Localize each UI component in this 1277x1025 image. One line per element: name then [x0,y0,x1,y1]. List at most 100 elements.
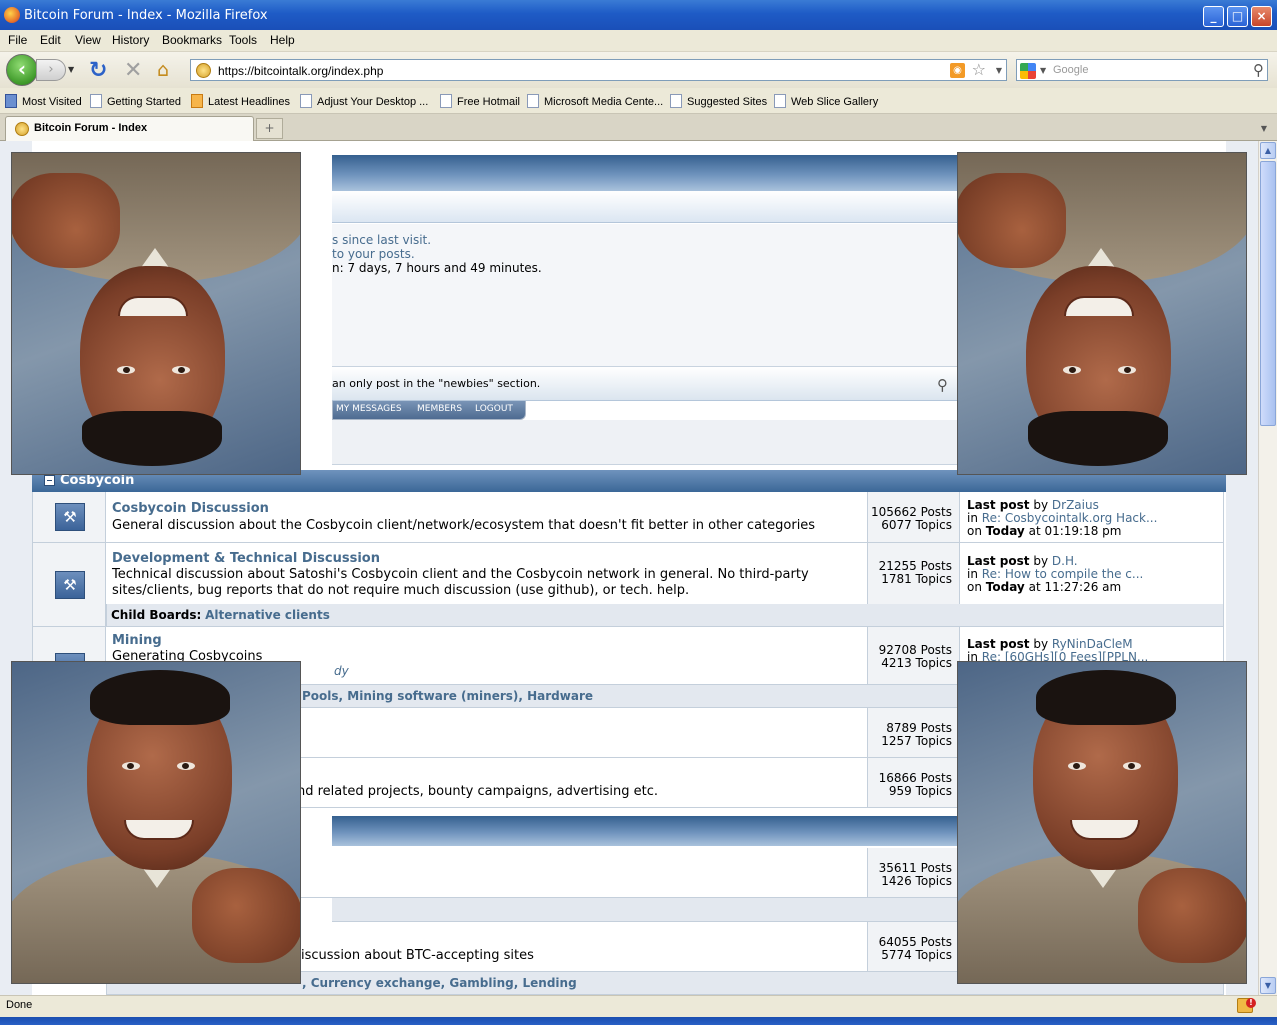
search-placeholder[interactable]: Google [1053,64,1088,76]
google-engine-icon[interactable] [1020,63,1036,79]
bookmark-star-icon[interactable]: ☆ [972,60,986,79]
page-icon [774,94,786,108]
tab-members[interactable]: MEMBERS [417,404,462,414]
bookmark-most-visited[interactable]: Most Visited [5,94,82,108]
child-boards-text: Pools, Mining software (miners), Hardwar… [302,689,593,703]
engine-dropdown-icon[interactable]: ▼ [1040,66,1046,75]
page-icon [300,94,312,108]
history-dropdown-icon[interactable]: ▼ [68,65,74,74]
forward-button[interactable]: › [36,59,66,81]
last-post-line1: Last post by RyNinDaCleM [967,637,1133,651]
menu-history[interactable]: History [112,33,149,47]
vertical-scrollbar[interactable]: ▲ ▼ [1258,141,1277,995]
search-bar[interactable]: ▼ Google ⚲ [1016,59,1268,81]
board-row: ⚒ Cosbycoin Discussion General discussio… [32,492,1224,543]
child-boards-row: Child Boards: Alternative clients [106,604,1224,627]
moderator-link[interactable]: dy [334,663,349,679]
board-name[interactable]: Development & Technical Discussion [112,551,380,566]
reload-icon[interactable]: ↻ [89,58,107,83]
menu-bookmarks[interactable]: Bookmarks [162,33,222,47]
scroll-down-icon[interactable]: ▼ [1260,977,1276,994]
menu-tools[interactable]: Tools [229,33,257,47]
scroll-thumb[interactable] [1260,161,1276,426]
board-status-icon: ⚒ [55,571,85,599]
last-post-label: Last post [967,637,1030,651]
search-icon[interactable]: ⚲ [937,376,948,394]
notice-text: an only post in the "newbies" section. [332,377,541,390]
last-post-topic[interactable]: Re: Cosbycointalk.org Hack... [982,511,1158,525]
last-post-line3: on Today at 11:27:26 am [967,580,1121,594]
bookmark-media-center[interactable]: Microsoft Media Cente... [527,94,663,108]
board-stats: 16866 Posts 959 Topics [867,758,960,807]
list-all-tabs-icon[interactable]: ▼ [1255,118,1273,139]
board-name[interactable]: Mining [112,633,162,648]
status-text: Done [6,999,33,1011]
bookmark-label: Getting Started [107,96,181,108]
last-post-line1: Last post by D.H. [967,554,1078,568]
bookmark-free-hotmail[interactable]: Free Hotmail [440,94,520,108]
tab-strip: Bitcoin Forum - Index + ▼ [0,114,1277,141]
menu-edit[interactable]: Edit [40,33,61,47]
maximize-button[interactable]: □ [1227,6,1248,27]
menu-file[interactable]: File [8,33,27,47]
bookmark-adjust-desktop[interactable]: Adjust Your Desktop ... [300,94,428,108]
address-bar[interactable]: https://bitcointalk.org/index.php ◉ ☆ ▼ [190,59,1007,81]
category-title[interactable]: Cosbycoin [60,473,134,488]
child-board-link[interactable]: Alternative clients [205,608,330,622]
newbie-notice: an only post in the "newbies" section. ⚲ [332,367,988,401]
tab-bitcoin-forum[interactable]: Bitcoin Forum - Index [5,116,254,141]
collapse-icon[interactable] [44,475,55,486]
last-post-in: in [967,511,978,525]
close-button[interactable]: × [1251,6,1272,27]
scroll-up-icon[interactable]: ▲ [1260,142,1276,159]
bookmark-getting-started[interactable]: Getting Started [90,94,181,108]
board-stats: 92708 Posts 4213 Topics [867,627,960,684]
minimize-button[interactable]: _ [1203,6,1224,27]
rss-feed-icon[interactable]: ◉ [950,63,965,78]
last-post-user[interactable]: RyNinDaCleM [1052,637,1133,651]
last-post-topic[interactable]: Re: How to compile the c... [982,567,1144,581]
bookmark-label: Free Hotmail [457,96,520,108]
alert-icon[interactable] [1237,998,1256,1013]
page-icon [670,94,682,108]
stop-icon[interactable]: ✕ [124,58,142,83]
site-identity-icon[interactable] [196,63,211,78]
tab-logout[interactable]: LOGOUT [475,404,513,414]
board-icon-cell: ⚒ [33,492,106,542]
board-stats: 64055 Posts 5774 Topics [867,922,960,971]
new-tab-button[interactable]: + [256,118,283,139]
last-post-line1: Last post by DrZaius [967,498,1099,512]
bookmark-label: Web Slice Gallery [791,96,879,108]
bookmark-web-slice-gallery[interactable]: Web Slice Gallery [774,94,878,108]
board-name[interactable]: Cosbycoin Discussion [112,501,269,516]
last-post-in: in [967,567,978,581]
back-button[interactable]: ‹ [6,54,38,86]
menu-help[interactable]: Help [270,33,295,47]
menu-view[interactable]: View [75,33,101,47]
child-board-link[interactable]: , Currency exchange, Gambling, Lending [302,976,577,990]
child-board-link[interactable]: Pools, Mining software (miners), Hardwar… [302,689,593,703]
post-count: 21255 Posts [878,559,952,573]
header-spacer [332,420,988,465]
category-header [332,816,988,846]
bookmark-suggested-sites[interactable]: Suggested Sites [670,94,767,108]
last-post-user[interactable]: D.H. [1052,554,1078,568]
unread-posts-link[interactable]: s since last visit. [332,233,431,247]
last-post-today: Today [985,580,1025,594]
replies-link[interactable]: to your posts. [332,247,415,261]
bookmark-label: Most Visited [22,96,82,108]
bookmark-label: Latest Headlines [208,96,290,108]
post-count: 64055 Posts [878,935,952,949]
topic-count: 1781 Topics [881,572,952,586]
board-description: sites/clients, bug reports that do not r… [112,583,690,598]
menu-bar: File Edit View History Bookmarks Tools H… [0,30,1277,52]
home-icon[interactable]: ⌂ [157,59,169,81]
last-post-user[interactable]: DrZaius [1052,498,1099,512]
url-text[interactable]: https://bitcointalk.org/index.php [218,64,383,78]
firefox-icon [4,7,20,23]
url-dropdown-icon[interactable]: ▼ [996,66,1002,75]
tab-my-messages[interactable]: MY MESSAGES [336,404,402,414]
bookmark-latest-headlines[interactable]: Latest Headlines [191,94,290,108]
search-icon[interactable]: ⚲ [1253,61,1264,79]
last-post-by: by [1033,554,1049,568]
